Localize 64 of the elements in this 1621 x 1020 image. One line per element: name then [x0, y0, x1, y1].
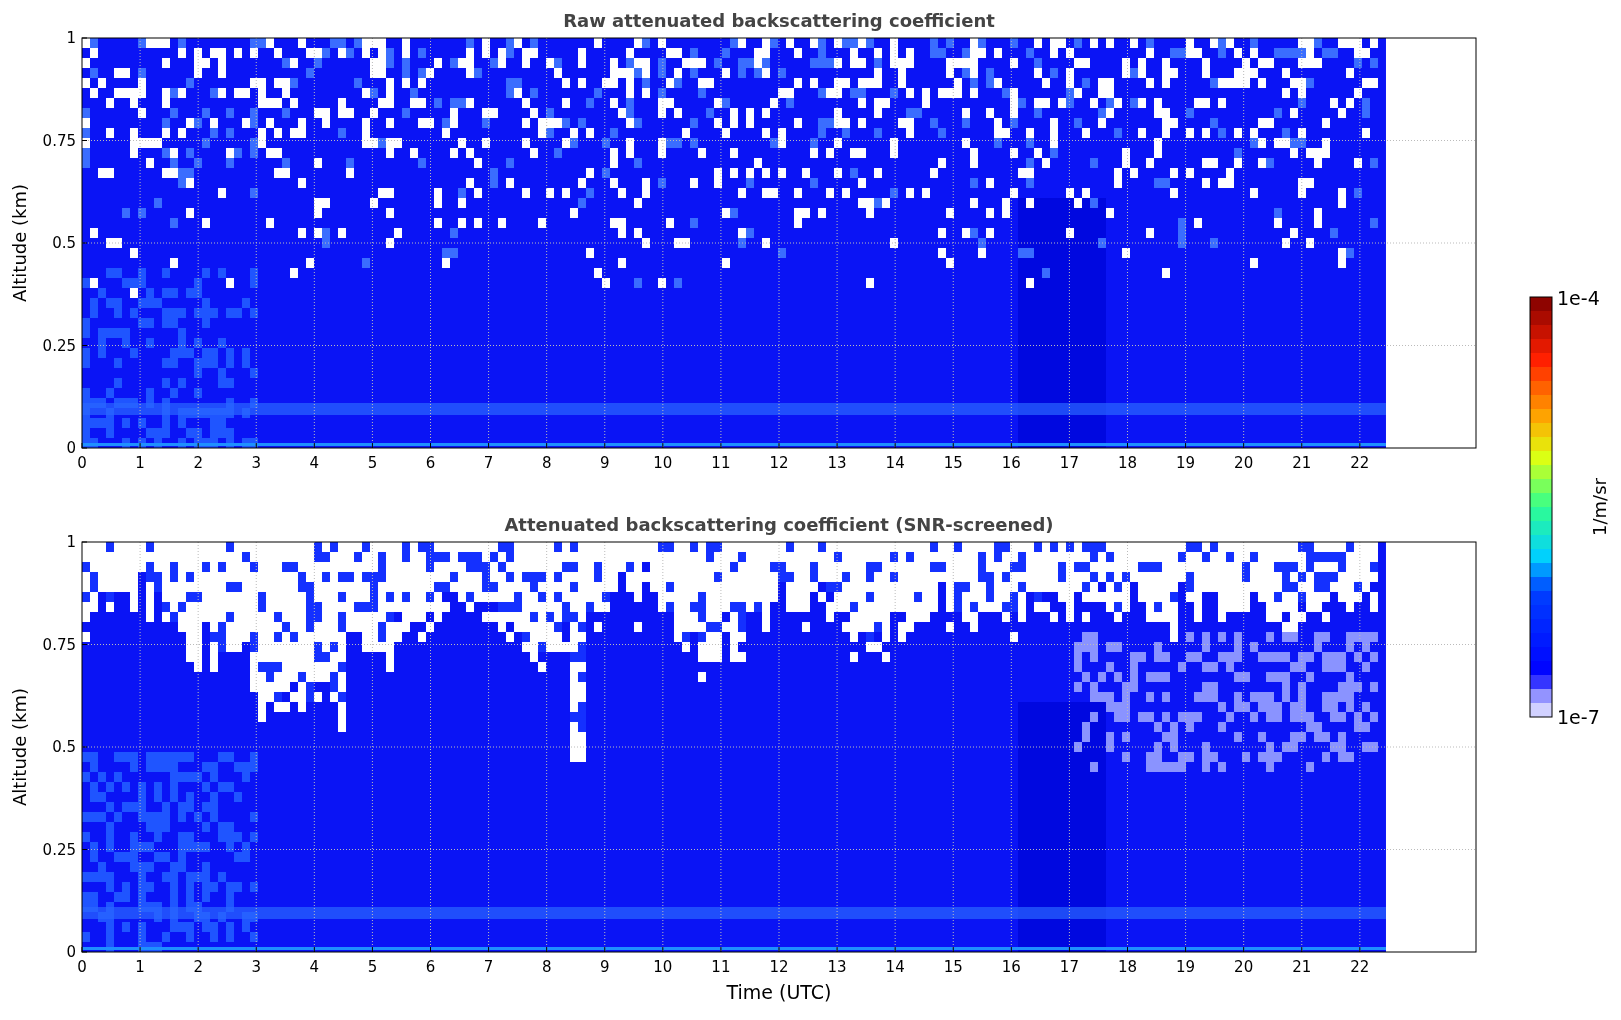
y-tick-label: 0: [66, 943, 76, 961]
y-tick-label: 1: [66, 533, 76, 551]
x-tick-label: 14: [885, 958, 905, 976]
colorbar-label: 1/m/sr: [1589, 478, 1610, 536]
y-tick-label: 0: [66, 439, 76, 457]
y-axis-label: Altitude (km): [9, 183, 30, 303]
x-tick-label: 8: [541, 958, 552, 976]
y-tick-label: 0.75: [42, 131, 76, 150]
y-tick-label: 1: [66, 29, 76, 47]
chart-title: Attenuated backscattering coefficient (SNR-screened): [504, 514, 1054, 535]
x-tick-label: 4: [309, 454, 320, 472]
y-tick-label: 0.25: [42, 336, 76, 355]
x-tick-label: 0: [77, 454, 87, 472]
x-tick-label: 3: [251, 958, 261, 976]
chart-title: Raw attenuated backscattering coefficient: [563, 10, 995, 31]
x-tick-label: 9: [600, 454, 610, 472]
x-tick-label: 9: [600, 958, 610, 976]
x-tick-label: 22: [1350, 958, 1370, 976]
y-axis-label: Altitude (km): [9, 687, 30, 807]
x-tick-label: 16: [1001, 958, 1021, 976]
x-axis-label: Time (UTC): [726, 981, 832, 1003]
x-tick-label: 17: [1059, 454, 1079, 472]
x-tick-label: 2: [193, 454, 203, 472]
x-tick-label: 2: [193, 958, 203, 976]
x-tick-label: 16: [1001, 454, 1021, 472]
x-tick-label: 21: [1292, 454, 1312, 472]
x-tick-label: 14: [885, 454, 905, 472]
x-tick-label: 12: [769, 958, 789, 976]
x-tick-label: 10: [653, 454, 673, 472]
x-tick-label: 12: [769, 454, 789, 472]
x-tick-label: 7: [483, 454, 494, 472]
x-tick-label: 19: [1176, 958, 1196, 976]
x-tick-label: 15: [943, 958, 963, 976]
x-tick-label: 21: [1292, 958, 1312, 976]
x-tick-label: 22: [1350, 454, 1370, 472]
x-tick-label: 19: [1176, 454, 1196, 472]
x-tick-label: 3: [251, 454, 261, 472]
x-tick-label: 0: [77, 958, 87, 976]
x-tick-label: 5: [367, 454, 378, 472]
x-tick-label: 1: [135, 454, 145, 472]
x-tick-label: 13: [827, 958, 847, 976]
x-tick-label: 6: [425, 958, 436, 976]
y-tick-label: 0.25: [42, 840, 76, 859]
x-tick-label: 13: [827, 454, 847, 472]
x-tick-label: 15: [943, 454, 963, 472]
x-tick-label: 1: [135, 958, 145, 976]
x-tick-label: 4: [309, 958, 320, 976]
x-tick-label: 11: [711, 958, 731, 976]
x-tick-label: 5: [367, 958, 378, 976]
y-tick-label: 0.75: [42, 635, 76, 654]
x-tick-label: 7: [483, 958, 494, 976]
colorbar-max-label: 1e-4: [1557, 287, 1600, 309]
x-tick-label: 20: [1234, 454, 1254, 472]
x-tick-label: 17: [1059, 958, 1079, 976]
x-tick-label: 18: [1117, 454, 1138, 472]
y-tick-label: 0.5: [52, 738, 76, 756]
x-tick-label: 20: [1234, 958, 1254, 976]
y-tick-label: 0.5: [52, 234, 76, 252]
x-tick-label: 18: [1117, 958, 1138, 976]
x-tick-label: 11: [711, 454, 731, 472]
colorbar-min-label: 1e-7: [1557, 706, 1600, 728]
x-tick-label: 8: [541, 454, 552, 472]
x-tick-label: 10: [653, 958, 673, 976]
x-tick-label: 6: [425, 454, 436, 472]
